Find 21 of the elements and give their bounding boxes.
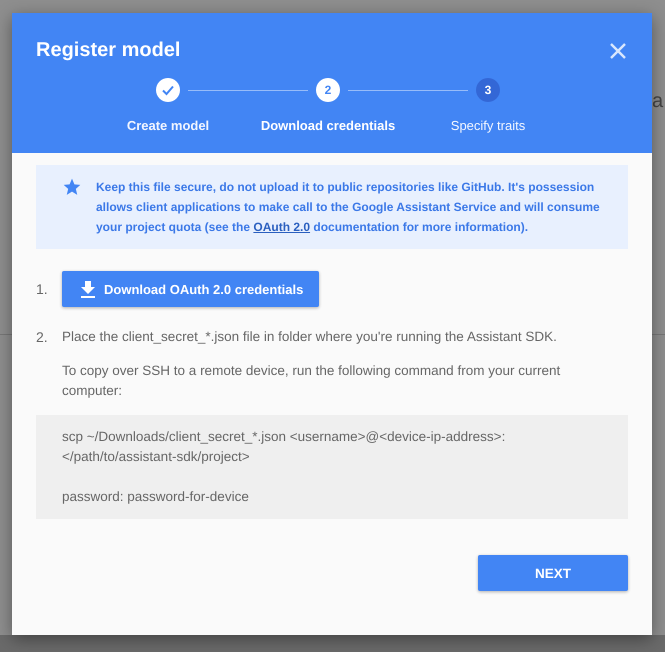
step-label: Create model [126, 118, 210, 133]
dialog-title: Register model [36, 39, 180, 62]
next-button[interactable]: NEXT [478, 555, 628, 591]
notice-text: Keep this file secure, do not upload it to public repositories like GitHub. It's possession allows client applications to make call to the Google Assistant Service and will consume your project quota (see the OAuth 2.0 documentation for more information). [96, 179, 601, 236]
step-number: 2 [316, 78, 340, 102]
oauth-link[interactable]: OAuth 2.0 [253, 220, 310, 234]
instruction-text: To copy over SSH to a remote device, run the following command from your current computer: [62, 362, 562, 400]
download-button[interactable]: Download OAuth 2.0 credentials [62, 271, 320, 307]
close-button[interactable] [608, 40, 628, 60]
code-line: password: password-for-device [62, 488, 250, 506]
code-line: </path/to/assistant-sdk/project> [62, 448, 251, 466]
step-number: 1. [36, 280, 49, 299]
download-icon [80, 280, 96, 298]
step-number: 3 [476, 78, 500, 102]
step-label: Specify traits [450, 118, 526, 133]
step-number: 2. [36, 328, 49, 347]
instruction-text: Place the client_secret_*.json file in folder where you're running the Assistant SDK. [62, 328, 558, 346]
code-line: scp ~/Downloads/client_secret_*.json <username>@<device-ip-address>: [62, 428, 506, 446]
star-icon [62, 177, 82, 197]
step-label: Download credentials [260, 118, 396, 133]
background-text: a [652, 90, 664, 113]
